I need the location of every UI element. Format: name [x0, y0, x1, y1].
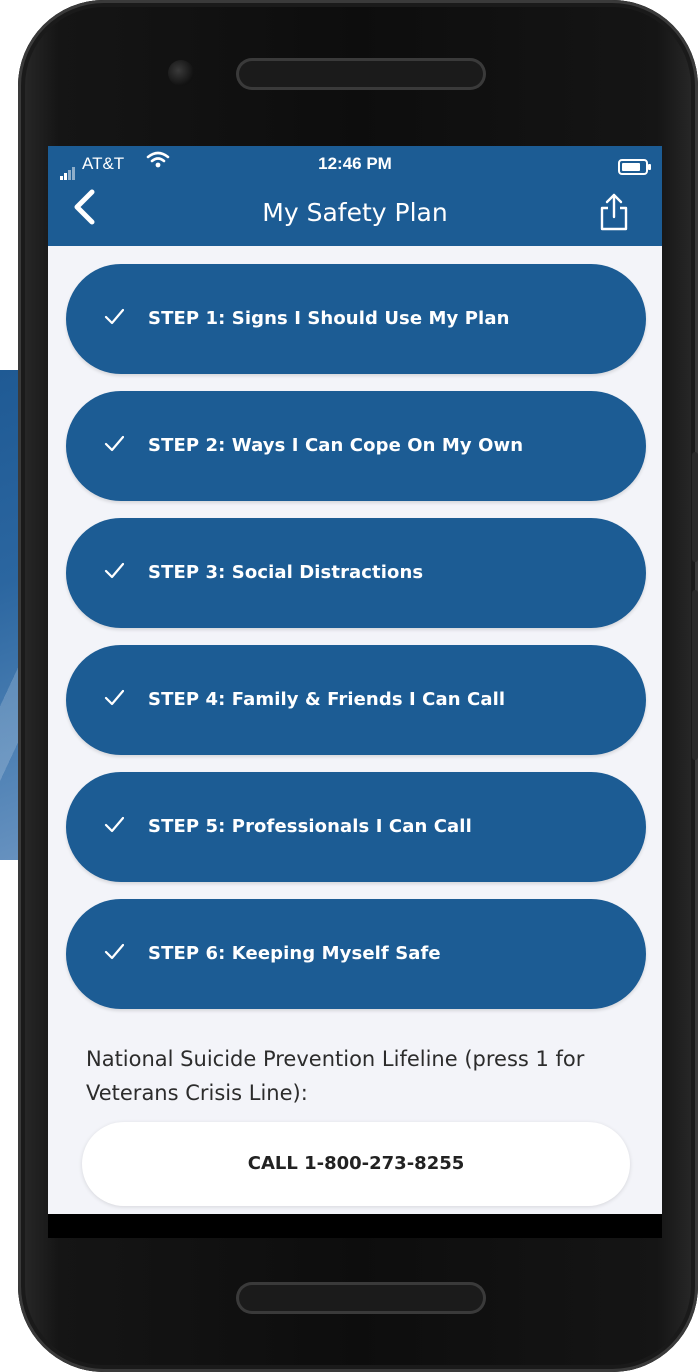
app-screen: AT&T 12:46 PM My Safety Plan STEP 1: Sig… — [48, 146, 662, 1214]
step-5-button[interactable]: STEP 5: Professionals I Can Call — [66, 772, 646, 882]
volume-button — [692, 452, 698, 562]
step-1-button[interactable]: STEP 1: Signs I Should Use My Plan — [66, 264, 646, 374]
step-label: STEP 4: Family & Friends I Can Call — [148, 689, 506, 710]
bottom-speaker — [236, 1282, 486, 1314]
front-camera — [168, 60, 194, 86]
screen-bottom-edge — [48, 1214, 662, 1238]
checkmark-icon — [104, 435, 124, 452]
step-label: STEP 5: Professionals I Can Call — [148, 816, 472, 837]
checkmark-icon — [104, 689, 124, 706]
step-4-button[interactable]: STEP 4: Family & Friends I Can Call — [66, 645, 646, 755]
step-6-button[interactable]: STEP 6: Keeping Myself Safe — [66, 899, 646, 1009]
step-label: STEP 1: Signs I Should Use My Plan — [148, 308, 510, 329]
share-icon — [600, 193, 628, 231]
earpiece-speaker — [236, 58, 486, 90]
step-3-button[interactable]: STEP 3: Social Distractions — [66, 518, 646, 628]
power-button — [692, 590, 698, 760]
checkmark-icon — [104, 308, 124, 325]
status-time: 12:46 PM — [318, 154, 392, 173]
step-2-button[interactable]: STEP 2: Ways I Can Cope On My Own — [66, 391, 646, 501]
status-bar: AT&T 12:46 PM — [48, 146, 662, 180]
step-label: STEP 3: Social Distractions — [148, 562, 424, 583]
share-button[interactable] — [598, 192, 638, 236]
checkmark-icon — [104, 562, 124, 579]
call-lifeline-button[interactable]: CALL 1-800-273-8255 — [82, 1122, 630, 1206]
step-label: STEP 6: Keeping Myself Safe — [148, 943, 441, 964]
checkmark-icon — [104, 816, 124, 833]
step-label: STEP 2: Ways I Can Cope On My Own — [148, 435, 524, 456]
checkmark-icon — [104, 943, 124, 960]
lifeline-text: National Suicide Prevention Lifeline (pr… — [86, 1047, 585, 1105]
battery-icon — [618, 159, 651, 175]
page-title: My Safety Plan — [262, 198, 448, 227]
app-header: AT&T 12:46 PM My Safety Plan — [48, 146, 662, 246]
steps-list: STEP 1: Signs I Should Use My Plan STEP … — [66, 264, 646, 1026]
